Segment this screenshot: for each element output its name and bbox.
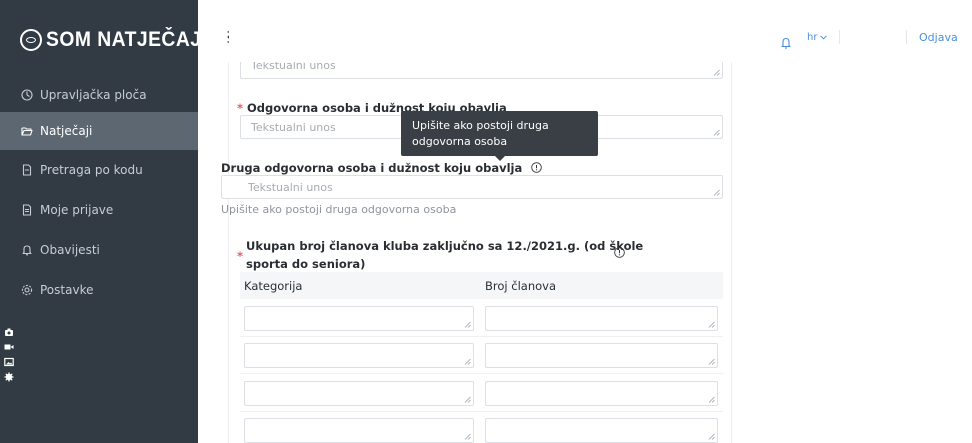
sidebar-item-label: Natječaji — [40, 124, 93, 138]
sidebar-item-natjecaji[interactable]: Natječaji — [0, 112, 198, 150]
required-marker: * — [237, 249, 244, 263]
resize-handle-icon[interactable] — [708, 433, 715, 440]
side-toolbar — [4, 327, 18, 382]
divider — [906, 30, 907, 44]
chevron-down-icon — [820, 35, 828, 40]
sidebar-item-prijave[interactable]: Moje prijave — [0, 191, 198, 229]
category-input[interactable] — [244, 418, 474, 443]
video-icon[interactable] — [4, 342, 14, 352]
document-text-icon — [20, 204, 33, 217]
gear-icon — [20, 284, 33, 297]
resize-handle-icon[interactable] — [464, 358, 471, 365]
logo-text: SOM NATJEČAJI — [46, 28, 208, 51]
logo[interactable]: SOM NATJEČAJI — [20, 22, 221, 58]
sidebar-item-obavijesti[interactable]: Obavijesti — [0, 231, 198, 269]
member-count-input[interactable] — [485, 306, 718, 331]
sidebar-item-pretraga[interactable]: Pretraga po kodu — [0, 151, 198, 189]
sidebar-item-label: Moje prijave — [40, 203, 114, 217]
document-icon — [20, 164, 33, 177]
resize-handle-icon[interactable] — [464, 321, 471, 328]
sidebar-item-postavke[interactable]: Postavke — [0, 271, 198, 309]
category-input[interactable] — [244, 343, 474, 368]
second-responsible-person-textarea[interactable]: Tekstualni unos — [221, 175, 723, 199]
language-value: hr — [807, 32, 818, 43]
tooltip-arrow — [495, 156, 505, 161]
logout-link[interactable]: Odjava — [919, 31, 958, 44]
members-total-label: * Ukupan broj članova kluba zaključno sa… — [237, 239, 644, 271]
tooltip: Upišite ako postoji druga odgovorna osob… — [401, 111, 598, 156]
language-select[interactable]: hr — [807, 32, 828, 43]
resize-handle-icon[interactable] — [713, 129, 720, 136]
divider — [839, 30, 840, 44]
column-header-members: Broj članova — [485, 279, 556, 293]
sidebar: SOM NATJEČAJI Upravljačka ploča Natječaj… — [0, 0, 207, 443]
image-icon[interactable] — [4, 357, 14, 367]
column-header-category: Kategorija — [244, 279, 303, 293]
info-icon[interactable] — [614, 247, 625, 258]
bell-icon — [20, 244, 33, 257]
resize-handle-icon[interactable] — [713, 189, 720, 196]
field-hint: Upišite ako postoji druga odgovorna osob… — [221, 203, 457, 216]
members-table-header: Kategorija Broj članova — [240, 272, 723, 299]
row-divider — [240, 336, 723, 337]
settings-icon[interactable] — [4, 372, 14, 382]
resize-handle-icon[interactable] — [713, 69, 720, 76]
category-input[interactable] — [244, 306, 474, 331]
logo-icon — [20, 29, 42, 51]
resize-handle-icon[interactable] — [464, 396, 471, 403]
category-input[interactable] — [244, 381, 474, 406]
textarea-placeholder: Tekstualni unos — [251, 121, 336, 134]
info-icon[interactable] — [531, 162, 543, 173]
resize-handle-icon[interactable] — [464, 433, 471, 440]
notifications-bell-icon[interactable] — [781, 34, 791, 49]
member-count-input[interactable] — [485, 343, 718, 368]
row-divider — [240, 373, 723, 374]
row-divider — [240, 411, 723, 412]
resize-handle-icon[interactable] — [708, 396, 715, 403]
camera-icon[interactable] — [4, 327, 14, 337]
member-count-input[interactable] — [485, 381, 718, 406]
member-count-input[interactable] — [485, 418, 718, 443]
required-marker: * — [237, 101, 244, 115]
sidebar-item-label: Upravljačka ploča — [40, 88, 147, 102]
second-responsible-person-label: Druga odgovorna osoba i dužnost koju oba… — [221, 161, 543, 175]
sidebar-item-label: Obavijesti — [40, 243, 100, 257]
resize-handle-icon[interactable] — [708, 358, 715, 365]
folder-open-icon — [20, 125, 33, 138]
sidebar-item-dashboard[interactable]: Upravljačka ploča — [0, 76, 198, 114]
sidebar-item-label: Pretraga po kodu — [40, 163, 143, 177]
dashboard-icon — [20, 89, 33, 102]
textarea-placeholder: Tekstualni unos — [248, 181, 333, 194]
topbar-mask — [229, 0, 731, 62]
sidebar-item-label: Postavke — [40, 283, 94, 297]
resize-handle-icon[interactable] — [708, 321, 715, 328]
